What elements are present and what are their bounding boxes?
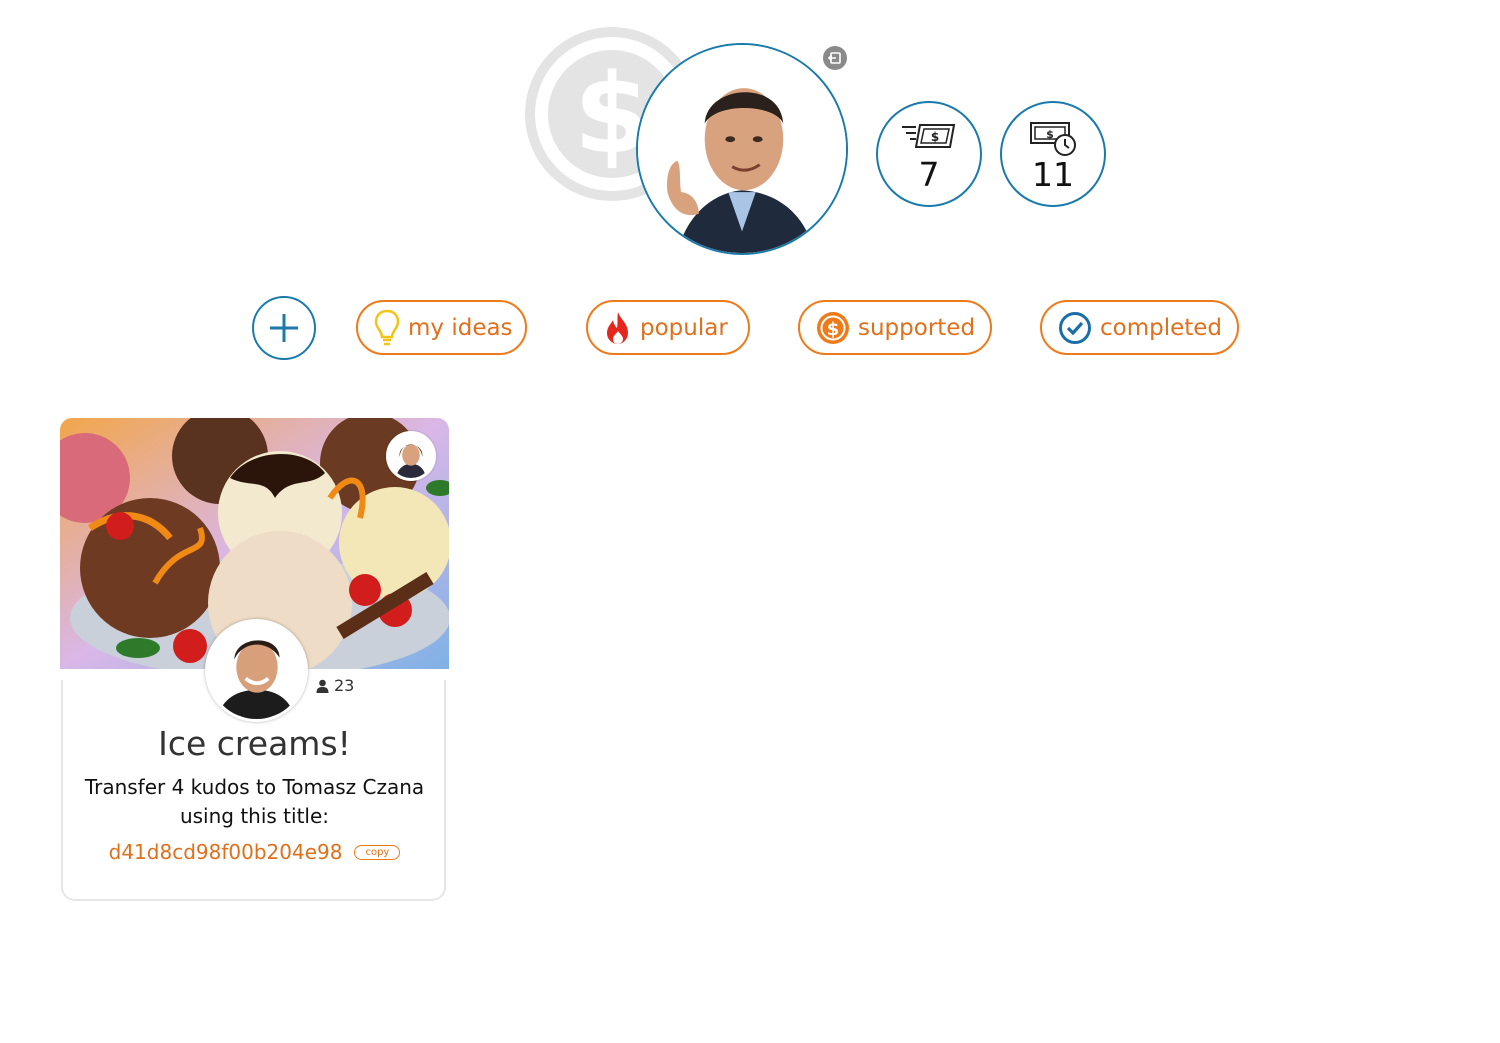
logout-icon (828, 52, 841, 64)
transfer-code[interactable]: d41d8cd98f00b204e98 (109, 840, 343, 864)
filter-my-ideas-label: my ideas (408, 314, 513, 341)
logout-button[interactable] (821, 44, 849, 72)
user-icon (316, 679, 329, 693)
filter-supported[interactable]: $ supported (798, 300, 992, 355)
kudos-sent-value: 7 (918, 155, 940, 194)
kudos-pending-stat[interactable]: $ 11 (1000, 101, 1106, 207)
filter-popular-label: popular (640, 314, 728, 341)
kudos-sent-stat[interactable]: $ 7 (876, 101, 982, 207)
check-circle-icon (1059, 311, 1091, 344)
plus-icon (270, 314, 298, 342)
kudos-pending-value: 11 (1032, 155, 1074, 194)
filter-popular[interactable]: popular (586, 300, 750, 355)
transfer-code-row: d41d8cd98f00b204e98 copy (60, 840, 449, 864)
supporters-count: 23 (316, 676, 354, 695)
dollar-coin-icon: $ (817, 311, 849, 344)
money-sent-icon: $ (900, 121, 958, 155)
user-profile-avatar[interactable] (636, 43, 848, 255)
fire-icon (607, 311, 628, 344)
copy-button[interactable]: copy (354, 844, 401, 860)
idea-instruction: Transfer 4 kudos to Tomasz Czana using t… (84, 775, 425, 828)
idea-owner-avatar[interactable] (386, 431, 436, 481)
svg-text:$: $ (1046, 128, 1054, 141)
filter-my-ideas[interactable]: my ideas (356, 300, 527, 355)
filter-completed[interactable]: completed (1040, 300, 1239, 355)
supporters-count-value: 23 (334, 676, 355, 695)
filter-supported-label: supported (858, 314, 976, 341)
svg-text:$: $ (931, 130, 939, 144)
svg-text:$: $ (827, 319, 840, 340)
page: $ $ 7 $ 11 my ideas popular $ supported … (0, 0, 1500, 1043)
idea-title: Ice creams! (158, 724, 351, 763)
idea-author-avatar[interactable] (205, 619, 308, 722)
filter-completed-label: completed (1100, 314, 1223, 341)
lightbulb-icon (374, 309, 400, 345)
add-idea-button[interactable] (252, 296, 316, 360)
